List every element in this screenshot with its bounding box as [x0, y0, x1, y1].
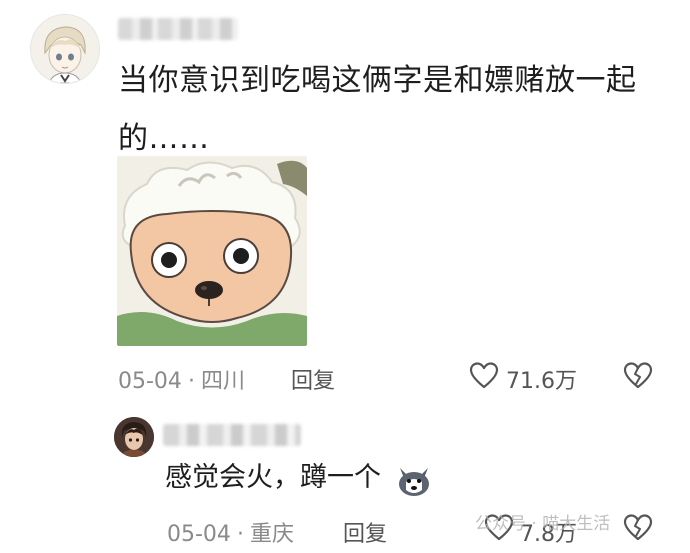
broken-heart-icon[interactable] [622, 360, 654, 392]
username-blurred[interactable] [163, 424, 301, 446]
husky-emoji-icon [396, 464, 432, 498]
reply-button[interactable]: 回复 [343, 516, 387, 548]
comment-location: 重庆 [249, 522, 294, 547]
broken-heart-icon[interactable] [622, 512, 654, 544]
comment-meta: 05-04 · 四川 [118, 369, 245, 394]
reply-button[interactable]: 回复 [291, 363, 335, 395]
comment-meta: 05-04 · 重庆 [167, 522, 294, 547]
comment-text: 当你意识到吃喝这俩字是和嫖赌放一起的…… [118, 63, 637, 156]
comment-text: 感觉会火，蹲一个 [165, 458, 381, 498]
heart-outline-icon[interactable] [468, 360, 500, 392]
avatar[interactable] [114, 417, 154, 457]
comment-date: 05-04 [118, 369, 182, 394]
comment-date: 05-04 [167, 522, 231, 547]
comment-location: 四川 [200, 369, 245, 394]
watermark: 公众号 · 喵大生活 [475, 514, 611, 534]
like-count: 71.6万 [506, 369, 577, 394]
username-blurred[interactable] [118, 18, 238, 40]
comment-text-content: 感觉会火，蹲一个 [165, 462, 381, 493]
sticker-image[interactable] [117, 156, 307, 346]
avatar[interactable] [30, 14, 100, 84]
